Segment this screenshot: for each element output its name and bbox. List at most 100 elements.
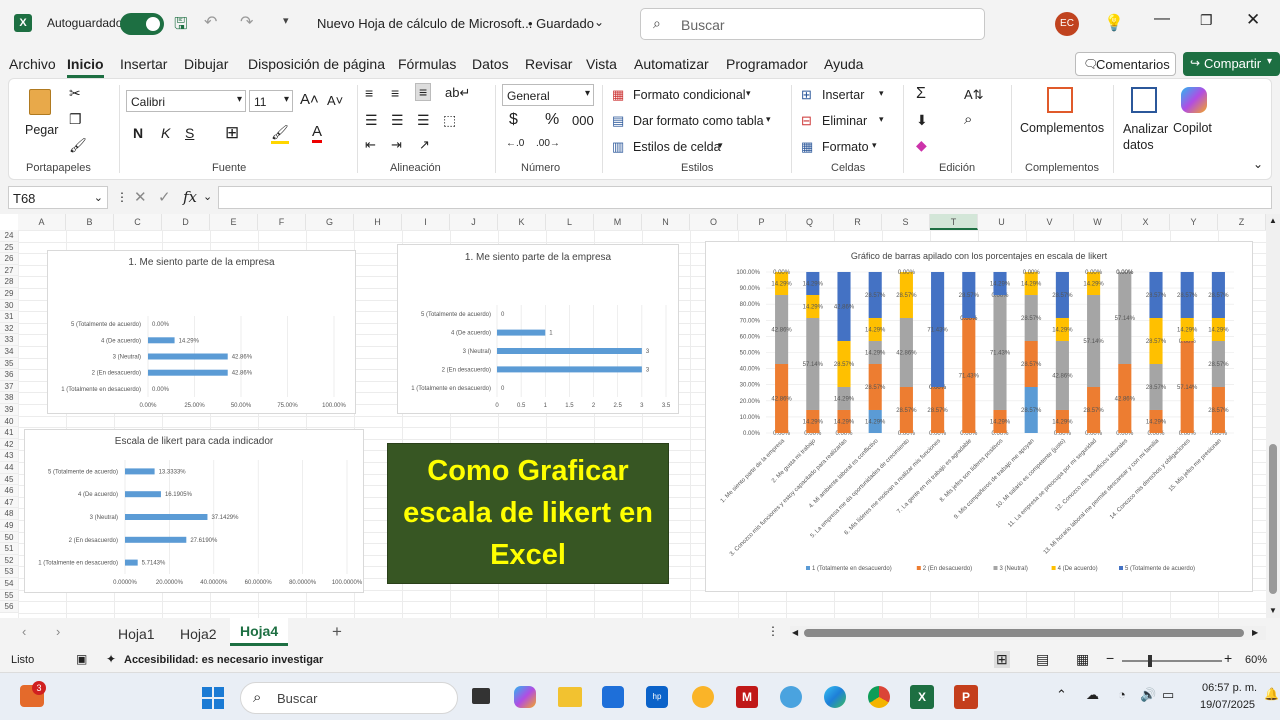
row-header[interactable]: 25 (0, 241, 18, 254)
clock-date[interactable]: 19/07/2025 (1200, 699, 1255, 711)
italic-icon[interactable]: K (161, 125, 170, 141)
windows-start-icon[interactable] (202, 687, 224, 709)
accessibility-status[interactable]: Accesibilidad: es necesario investigar (124, 654, 323, 666)
page-break-icon[interactable]: ▦ (1076, 651, 1089, 668)
format-painter-icon[interactable]: 🖌 (69, 137, 87, 154)
excel-app-icon[interactable]: X (910, 685, 934, 709)
align-center-icon[interactable]: ☰ (391, 112, 404, 129)
column-header[interactable]: M (594, 214, 642, 230)
decrease-font-icon[interactable]: A˅ (327, 93, 343, 108)
close-icon[interactable]: ✕ (1246, 10, 1260, 30)
delete-cells-button[interactable]: Eliminar (822, 114, 867, 128)
row-header[interactable]: 27 (0, 264, 18, 277)
file-explorer-icon[interactable] (558, 687, 582, 707)
restore-icon[interactable]: ❐ (1200, 12, 1213, 29)
saved-status[interactable]: • Guardado (528, 16, 594, 31)
insert-function-icon[interactable]: fx (183, 188, 197, 206)
customize-qat-icon[interactable]: ▾ (283, 14, 289, 27)
next-sheet-icon[interactable]: › (56, 624, 60, 639)
column-header[interactable]: I (402, 214, 450, 230)
row-header[interactable]: 50 (0, 531, 18, 544)
tab-archivo[interactable]: Archivo (9, 56, 56, 72)
row-header[interactable]: 24 (0, 230, 18, 242)
column-header[interactable]: Y (1170, 214, 1218, 230)
redo-icon[interactable]: ↷ (240, 12, 253, 32)
column-header[interactable]: A (18, 214, 66, 230)
font-name-select[interactable]: Calibri ▾ (126, 90, 246, 112)
row-header[interactable]: 38 (0, 392, 18, 404)
row-header[interactable]: 51 (0, 543, 18, 555)
row-header[interactable]: 55 (0, 589, 18, 602)
zoom-out-icon[interactable]: − (1106, 650, 1114, 666)
column-header[interactable]: E (210, 214, 258, 230)
clear-icon[interactable]: ◆ (916, 137, 927, 154)
mcafee-icon[interactable]: M (736, 686, 758, 708)
orientation-icon[interactable]: ↗ (419, 137, 430, 153)
bold-icon[interactable]: N (133, 125, 143, 141)
row-header[interactable]: 40 (0, 415, 18, 428)
chart-count-bars[interactable]: 1. Me siento parte de la empresa 0 0.5 1 1.… (397, 244, 679, 414)
borders-icon[interactable]: ⊞ (225, 123, 239, 143)
tab-vista[interactable]: Vista (586, 56, 617, 72)
increase-decimal-icon[interactable]: ←.0 (506, 138, 524, 149)
cut-icon[interactable]: ✂ (69, 85, 81, 102)
comments-button[interactable]: 🗨 Comentarios (1075, 52, 1176, 76)
cancel-icon[interactable]: ✕ (134, 188, 147, 206)
row-header[interactable]: 52 (0, 554, 18, 567)
row-header[interactable]: 30 (0, 299, 18, 312)
column-header[interactable]: R (834, 214, 882, 230)
clock-time[interactable]: 06:57 p. m. (1202, 682, 1257, 694)
row-header[interactable]: 36 (0, 369, 18, 381)
thousands-icon[interactable]: 000 (572, 113, 594, 128)
task-view-icon[interactable] (472, 688, 490, 704)
taskbar-search[interactable]: ⌕ Buscar (240, 682, 458, 714)
chrome-icon[interactable] (868, 686, 890, 708)
tab-formulas[interactable]: Fórmulas (398, 56, 456, 72)
row-header[interactable]: 49 (0, 520, 18, 532)
battery-icon[interactable]: ▭ (1162, 687, 1174, 703)
macro-record-icon[interactable]: ▣ (76, 652, 87, 666)
decrease-decimal-icon[interactable]: .00→ (536, 138, 560, 149)
undo-icon[interactable]: ↶ (204, 12, 217, 32)
number-format-select[interactable]: General ▾ (502, 84, 594, 106)
row-header[interactable]: 47 (0, 496, 18, 509)
wifi-icon[interactable]: ◔ (1118, 687, 1126, 702)
column-header[interactable]: G (306, 214, 354, 230)
align-left-icon[interactable]: ☰ (365, 112, 378, 129)
analyze-data-button[interactable]: Analizar datos (1117, 85, 1169, 155)
save-icon[interactable]: 🖫 (174, 13, 188, 40)
column-header[interactable]: P (738, 214, 786, 230)
formula-input[interactable] (218, 186, 1272, 209)
column-header[interactable]: O (690, 214, 738, 230)
row-header[interactable]: 31 (0, 311, 18, 323)
align-top-icon[interactable]: ≡ (365, 85, 373, 101)
font-size-select[interactable]: 11 ▾ (249, 90, 293, 112)
row-header[interactable]: 39 (0, 404, 18, 416)
sheet-tab-hoja2[interactable]: Hoja2 (180, 626, 217, 642)
row-header[interactable]: 29 (0, 288, 18, 300)
column-header[interactable]: D (162, 214, 210, 230)
row-header[interactable]: 53 (0, 566, 18, 578)
currency-icon[interactable]: $ (509, 111, 518, 129)
tab-programador[interactable]: Programador (726, 56, 808, 72)
tab-insertar[interactable]: Insertar (120, 56, 167, 72)
underline-icon[interactable]: S (185, 125, 194, 141)
autosum-icon[interactable]: Σ (916, 85, 926, 103)
scroll-thumb[interactable] (1269, 444, 1277, 594)
addins-button[interactable]: Complementos (1017, 85, 1107, 145)
column-header[interactable]: Z (1218, 214, 1266, 230)
paste-button[interactable]: Pegar (21, 85, 63, 145)
onedrive-icon[interactable]: ☁ (1086, 687, 1099, 703)
column-header[interactable]: K (498, 214, 546, 230)
row-header[interactable]: 26 (0, 253, 18, 265)
row-header[interactable]: 54 (0, 578, 18, 590)
tab-datos[interactable]: Datos (472, 56, 509, 72)
store-icon[interactable] (602, 686, 624, 708)
worksheet-grid[interactable]: ABCDEFGHIJKLMNOPQRSTUVWXYZ 24 25 26 27 28 29 3… (0, 214, 1266, 618)
cell-styles-button[interactable]: Estilos de celda (633, 140, 721, 154)
align-bottom-icon[interactable]: ≡ (415, 83, 432, 101)
vertical-scrollbar[interactable]: ▲ ▼ (1266, 214, 1280, 618)
font-color-icon[interactable]: A (312, 123, 323, 143)
sheet-tab-hoja1[interactable]: Hoja1 (118, 626, 155, 642)
column-header[interactable]: J (450, 214, 498, 230)
